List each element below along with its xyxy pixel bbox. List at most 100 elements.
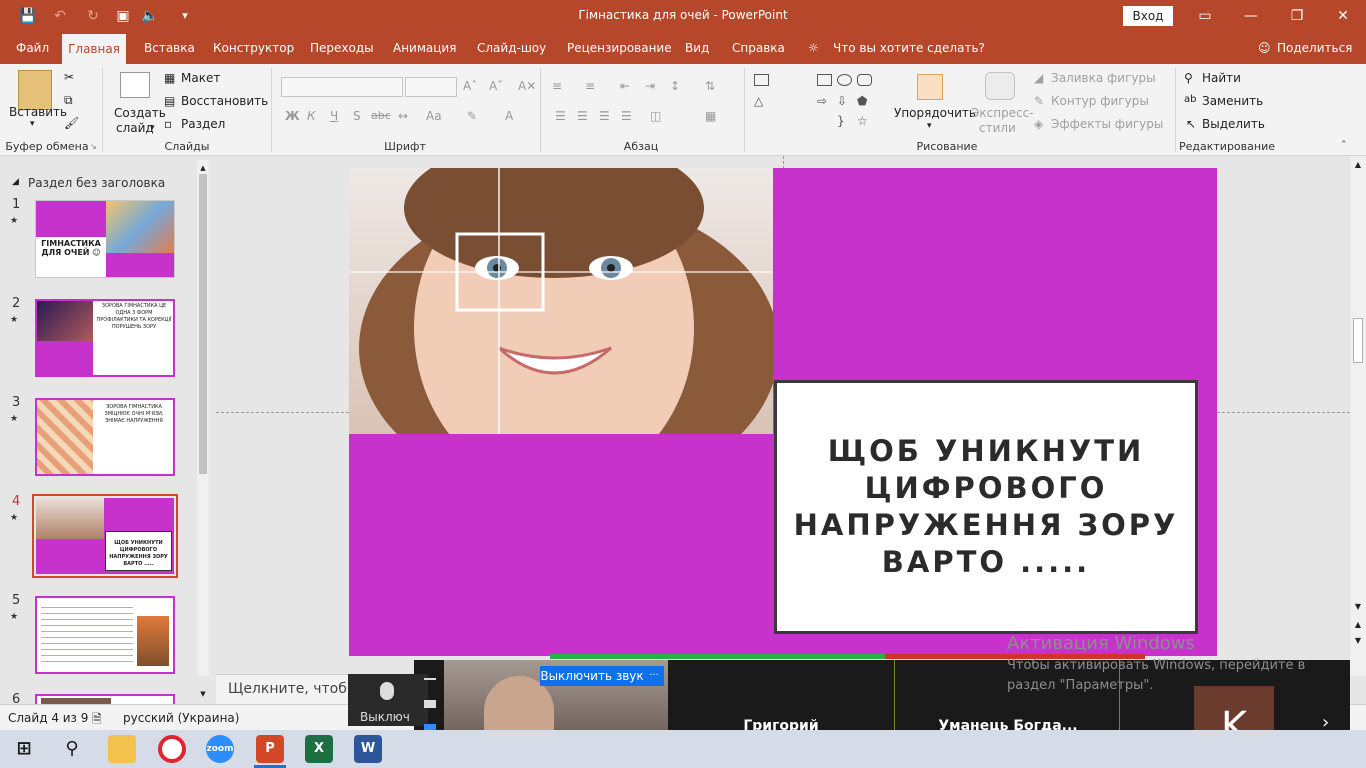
font-color-icon[interactable]: A [505,109,513,123]
shape-rounded-rect[interactable] [857,74,872,86]
minimize-video-icon[interactable] [424,678,436,680]
tab-transitions[interactable]: Переходы [310,41,374,55]
slide-photo-girl[interactable] [349,168,779,498]
font-name-select[interactable] [281,77,403,97]
replace-button[interactable]: Заменить [1202,94,1263,108]
panel-scroll-thumb[interactable] [199,174,207,474]
zoom-app-icon[interactable]: zoom [206,735,234,763]
smartart-icon[interactable]: ▦ [705,109,716,123]
slide-thumbnail-2[interactable]: ЗОРОВА ГІМНАСТИКА ЦЕ ОДНА З ФОРМ ПРОФІЛА… [35,299,175,377]
new-slide-dropdown-icon[interactable]: ▾ [150,123,155,133]
quick-styles-button[interactable]: Экспресс- [971,106,1034,120]
spellcheck-icon[interactable]: 🗎 [92,710,102,731]
shape-oval[interactable] [837,74,852,86]
paste-icon[interactable] [18,70,52,110]
shape-pentagon[interactable]: ⬟ [857,94,867,108]
dialog-launcher-icon[interactable]: ↘ [90,142,97,151]
signin-button[interactable]: Вход [1123,6,1173,26]
underline-button[interactable]: Ч [330,109,338,123]
search-icon[interactable]: ⚲ [58,735,86,763]
slide-thumbnail-1[interactable]: ГІМНАСТИКА ДЛЯ ОЧЕЙ ☺ [35,200,175,278]
excel-icon[interactable]: X [305,735,333,763]
new-slide-icon[interactable] [120,72,150,98]
clear-format-icon[interactable]: A✕ [518,79,536,93]
cut-icon[interactable]: ✂ [64,70,74,84]
new-slide-label[interactable]: Создать [114,106,166,120]
align-left-icon[interactable]: ☰ [555,109,566,123]
new-slide-label-2[interactable]: слайд [116,121,154,135]
current-slide[interactable]: ЩОБ УНИКНУТИ ЦИФРОВОГО НАПРУЖЕННЯ ЗОРУ В… [349,168,1217,656]
slide-thumbnail-5[interactable] [35,596,175,674]
word-icon[interactable]: W [354,735,382,763]
shape-triangle[interactable]: △ [754,94,763,108]
shape-rectangle[interactable] [817,74,832,86]
italic-button[interactable]: К [307,109,316,123]
arrange-button[interactable]: Упорядочить [894,106,976,120]
language-indicator[interactable]: русский (Украина) [123,711,239,725]
tab-slideshow[interactable]: Слайд-шоу [477,41,546,55]
file-explorer-icon[interactable] [108,735,136,763]
increase-indent-icon[interactable]: ⇥ [645,79,655,93]
mute-participant-button[interactable]: Выключить звук [540,666,644,686]
tab-insert[interactable]: Вставка [144,41,195,55]
paste-button[interactable]: Вставить [9,105,67,119]
shape-arrow-down[interactable]: ⇩ [837,94,847,108]
share-button[interactable]: Поделиться [1277,41,1352,55]
next-slide-icon[interactable]: ▼ [1352,636,1364,648]
find-button[interactable]: Найти [1202,71,1241,85]
paste-dropdown-icon[interactable]: ▾ [30,119,35,129]
main-scrollbar[interactable]: ▲ ▼ ▲ ▼ [1350,156,1366,676]
align-center-icon[interactable]: ☰ [577,109,588,123]
close-icon[interactable]: ✕ [1320,4,1366,28]
scroll-up-icon[interactable]: ▲ [1352,160,1364,172]
slide-thumbnail-3[interactable]: ЗОРОВА ГІМНАСТИКА ЗМІЦНЮЄ ОЧНІ М'ЯЗИ, ЗН… [35,398,175,476]
opera-icon[interactable] [158,735,186,763]
prev-slide-icon[interactable]: ▲ [1352,620,1364,632]
shape-outline-button[interactable]: Контур фигуры [1051,94,1149,108]
tab-animations[interactable]: Анимация [393,41,456,55]
shape-effects-button[interactable]: Эффекты фигуры [1051,117,1163,131]
increase-font-icon[interactable]: Aˆ [463,79,477,93]
main-scroll-thumb[interactable] [1353,318,1363,363]
scroll-down-icon[interactable]: ▼ [199,690,207,698]
slide-thumbnail-4-selected[interactable]: ЩОБ УНИКНУТИ ЦИФРОВОГО НАПРУЖЕННЯ ЗОРУ В… [32,494,178,578]
maximize-icon[interactable]: ❐ [1274,4,1320,28]
decrease-indent-icon[interactable]: ⇤ [620,79,630,93]
shape-arrow[interactable]: ⇨ [817,94,827,108]
windows-start-icon[interactable]: ⊞ [10,735,38,763]
text-direction-icon[interactable]: ⇅ [705,79,715,93]
bullets-icon[interactable]: ≡ [552,79,562,93]
quick-styles-icon[interactable] [985,72,1015,100]
arrange-dropdown-icon[interactable]: ▾ [927,121,932,131]
section-title[interactable]: Раздел без заголовка [28,176,165,190]
shadow-button[interactable]: S [353,109,361,123]
tab-view[interactable]: Вид [685,41,709,55]
section-button[interactable]: Раздел [181,117,225,131]
shape-star[interactable]: ☆ [857,114,868,128]
panel-scrollbar[interactable]: ▲ ▼ [197,160,209,698]
columns-icon[interactable]: ◫ [650,109,661,123]
char-spacing-icon[interactable]: ↔ [398,109,408,123]
shape-brace[interactable]: } [837,114,845,128]
quick-styles-label-2[interactable]: стили [979,121,1016,135]
bold-button[interactable]: Ж [285,109,300,123]
ribbon-display-icon[interactable]: ▭ [1182,4,1228,28]
shapes-gallery[interactable]: △ ⇨ ⇩ ⬟ } ☆ [752,72,888,134]
slide-textbox[interactable]: ЩОБ УНИКНУТИ ЦИФРОВОГО НАПРУЖЕННЯ ЗОРУ В… [774,380,1198,634]
scroll-up-icon[interactable]: ▲ [199,164,207,172]
section-collapse-icon[interactable]: ◢ [12,177,19,187]
tab-review[interactable]: Рецензирование [567,41,672,55]
tab-file[interactable]: Файл [16,41,49,55]
powerpoint-icon[interactable]: P [256,735,284,763]
collapse-ribbon-icon[interactable]: ⌃ [1340,140,1348,150]
format-painter-icon[interactable]: 🖌 [64,116,79,130]
change-case-button[interactable]: Aa [426,109,442,123]
highlight-icon[interactable]: ✎ [467,109,477,123]
tab-help[interactable]: Справка [732,41,785,55]
shape-textbox[interactable] [754,74,769,86]
tab-home[interactable]: Главная [62,34,126,64]
reset-button[interactable]: Восстановить [181,94,268,108]
shape-fill-button[interactable]: Заливка фигуры [1051,71,1156,85]
speaker-view-icon[interactable] [424,700,436,708]
numbering-icon[interactable]: ≡ [585,79,595,93]
